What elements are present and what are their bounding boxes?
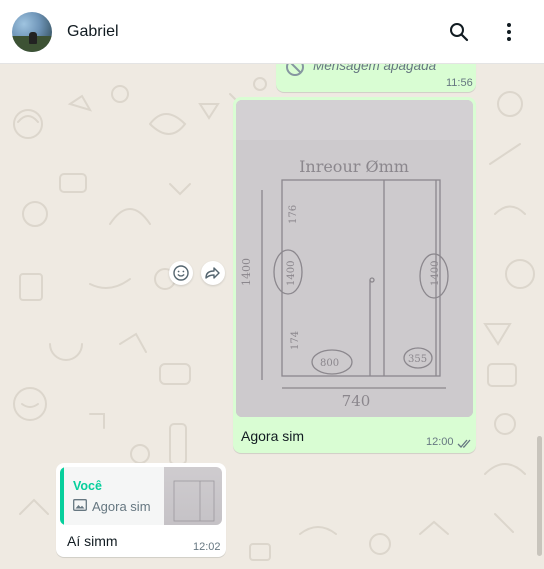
message-time: 11:56 <box>446 77 473 89</box>
avatar-person <box>29 32 37 44</box>
reply-text: Aí simm <box>67 533 118 549</box>
sketch-label-inside: 1400 <box>286 261 297 286</box>
contact-name[interactable]: Gabriel <box>67 23 119 41</box>
sketch-title: Inreour Ømm <box>299 157 409 176</box>
sketch-label-bottom: 740 <box>342 392 371 410</box>
kebab-menu-icon[interactable] <box>497 20 521 44</box>
deleted-message-text: Mensagem apagada <box>313 64 437 73</box>
quote-author: Você <box>73 479 102 493</box>
sketch-label-inside: 355 <box>408 354 427 365</box>
sketch-label-left: 1400 <box>240 258 253 286</box>
sketch-label-inside: 800 <box>320 358 339 369</box>
search-icon[interactable] <box>447 20 471 44</box>
image-icon <box>73 499 87 514</box>
deleted-message-bubble[interactable]: Mensagem apagada 11:56 <box>276 64 476 92</box>
double-check-icon <box>457 436 473 454</box>
sketch-label-inside: 174 <box>290 331 301 350</box>
image-message-bubble[interactable]: Inreour Ømm 740 1400 176 1400 1400 174 8… <box>233 97 476 453</box>
message-time: 12:00 <box>426 436 454 448</box>
quoted-message[interactable]: Você Agora sim <box>60 467 222 525</box>
chat-panel[interactable]: Mensagem apagada 11:56 Inreour Ømm 740 1… <box>0 64 544 569</box>
image-caption: Agora sim <box>241 428 305 444</box>
scrollbar[interactable] <box>537 436 542 556</box>
chat-header: Gabriel <box>0 0 544 64</box>
ban-icon <box>285 64 305 82</box>
sketch-label-inside: 1400 <box>430 261 441 286</box>
avatar[interactable] <box>12 12 52 52</box>
quote-thumbnail <box>164 467 222 525</box>
quote-preview: Agora sim <box>73 499 151 514</box>
forward-icon[interactable] <box>201 261 225 285</box>
reply-message-bubble[interactable]: Você Agora sim Aí simm 12:02 <box>56 463 226 557</box>
quote-text: Agora sim <box>92 499 151 514</box>
quote-accent-bar <box>60 467 64 525</box>
emoji-react-icon[interactable] <box>169 261 193 285</box>
message-time: 12:02 <box>193 541 221 553</box>
sketch-label-inside: 176 <box>288 205 299 224</box>
sketch-photo[interactable]: Inreour Ømm 740 1400 176 1400 1400 174 8… <box>236 100 473 417</box>
